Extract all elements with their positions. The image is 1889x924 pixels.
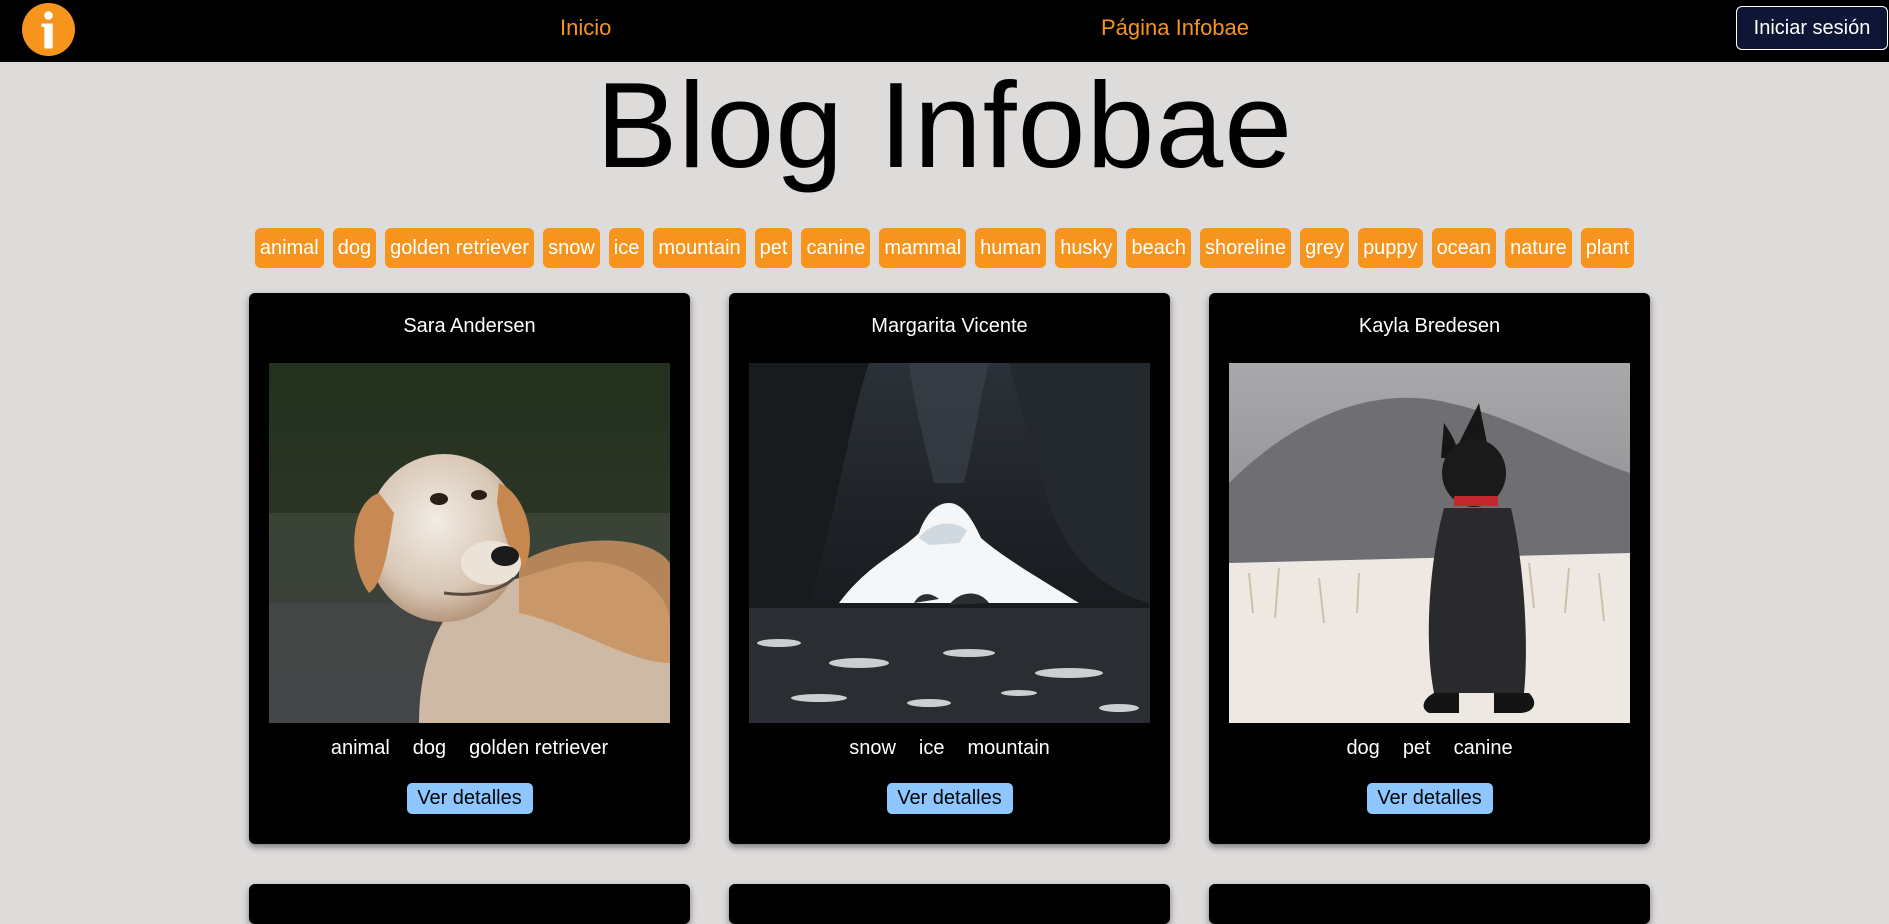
post-author: Kayla Bredesen	[1358, 315, 1501, 337]
post-tag[interactable]: animal	[331, 737, 390, 760]
view-details-button[interactable]: Ver detalles	[406, 783, 533, 814]
navbar: Inicio Página Infobae Iniciar sesión	[0, 0, 1889, 62]
post-card-partial	[729, 884, 1170, 924]
tag-chip[interactable]: ocean	[1431, 228, 1497, 268]
tag-chip[interactable]: mountain	[653, 228, 746, 268]
tag-chip[interactable]: snow	[543, 228, 600, 268]
post-tags: snow ice mountain	[729, 737, 1170, 760]
tag-chip[interactable]: puppy	[1358, 228, 1423, 268]
tag-filter-bar: animal dog golden retriever snow ice mou…	[0, 228, 1889, 268]
post-author: Sara Andersen	[403, 315, 536, 337]
view-details-button[interactable]: Ver detalles	[886, 783, 1013, 814]
view-details-button[interactable]: Ver detalles	[1366, 783, 1493, 814]
post-card-partial	[1209, 884, 1650, 924]
post-tag[interactable]: pet	[1403, 737, 1431, 760]
black-dog-in-snow-photo	[1229, 363, 1630, 723]
tag-chip[interactable]: grey	[1300, 228, 1350, 268]
tag-chip[interactable]: ice	[608, 228, 645, 268]
tag-chip[interactable]: golden retriever	[385, 228, 535, 268]
tag-chip[interactable]: dog	[332, 228, 377, 268]
tag-chip[interactable]: beach	[1126, 228, 1191, 268]
post-tag[interactable]: ice	[919, 737, 945, 760]
post-card: Margarita Vicente snow ice mountain Ver …	[729, 293, 1170, 844]
post-tags: dog pet canine	[1209, 737, 1650, 760]
post-tag[interactable]: mountain	[968, 737, 1050, 760]
tag-chip[interactable]: pet	[754, 228, 793, 268]
golden-retriever-photo	[269, 363, 670, 723]
tag-chip[interactable]: canine	[801, 228, 871, 268]
tag-chip[interactable]: husky	[1055, 228, 1118, 268]
post-tag[interactable]: dog	[1346, 737, 1379, 760]
login-button[interactable]: Iniciar sesión	[1736, 6, 1888, 50]
post-tag[interactable]: snow	[849, 737, 896, 760]
tag-chip[interactable]: animal	[254, 228, 324, 268]
post-tag[interactable]: golden retriever	[469, 737, 608, 760]
tag-chip[interactable]: human	[975, 228, 1047, 268]
infobae-logo-icon[interactable]	[22, 3, 75, 56]
tag-chip[interactable]: mammal	[879, 228, 967, 268]
tag-chip[interactable]: nature	[1505, 228, 1572, 268]
post-card-partial	[249, 884, 690, 924]
post-tag[interactable]: canine	[1454, 737, 1513, 760]
nav-link-pagina-infobae[interactable]: Página Infobae	[1101, 15, 1249, 41]
post-tags: animal dog golden retriever	[249, 737, 690, 760]
page-title: Blog Infobae	[595, 57, 1294, 193]
tag-chip[interactable]: shoreline	[1199, 228, 1292, 268]
post-card: Kayla Bredesen dog pet canine Ver detall…	[1209, 293, 1650, 844]
tag-chip[interactable]: plant	[1580, 228, 1635, 268]
post-card: Sara Andersen animal dog golden retrieve…	[249, 293, 690, 844]
nav-link-inicio[interactable]: Inicio	[560, 15, 611, 41]
post-author: Margarita Vicente	[871, 315, 1028, 337]
post-tag[interactable]: dog	[413, 737, 446, 760]
ice-cave-mountain-photo	[749, 363, 1150, 723]
